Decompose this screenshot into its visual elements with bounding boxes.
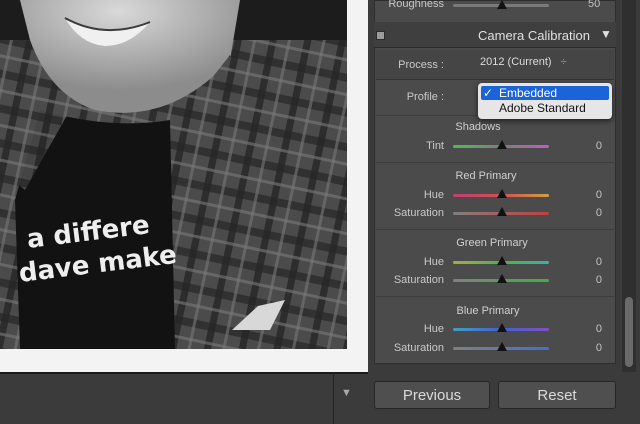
profile-option-adobe-standard[interactable]: Adobe Standard bbox=[481, 101, 609, 115]
photo-preview[interactable]: a differe dave make bbox=[0, 0, 347, 349]
separator bbox=[376, 229, 614, 230]
profile-label: Profile : bbox=[406, 91, 444, 103]
shadows-tint-value[interactable]: 0 bbox=[590, 140, 602, 152]
red-hue-label: Hue bbox=[423, 189, 444, 201]
blue-saturation-label: Saturation bbox=[393, 342, 444, 354]
process-select[interactable]: 2012 (Current) ÷ bbox=[480, 56, 578, 74]
blue-hue-label: Hue bbox=[423, 323, 444, 335]
collapse-triangle-icon[interactable]: ▼ bbox=[600, 27, 612, 41]
photo-image: a differe dave make bbox=[0, 0, 347, 349]
red-saturation-value[interactable]: 0 bbox=[590, 207, 602, 219]
red-primary-title: Red Primary bbox=[455, 170, 517, 182]
checkmark-icon: ✓ bbox=[482, 86, 494, 100]
profile-option-label: Embedded bbox=[499, 86, 558, 100]
select-arrows-icon: ÷ bbox=[560, 56, 567, 68]
green-hue-thumb[interactable] bbox=[497, 256, 507, 265]
roughness-label: Roughness bbox=[388, 0, 444, 10]
blue-hue-thumb[interactable] bbox=[497, 323, 507, 332]
shadows-tint-thumb[interactable] bbox=[497, 140, 507, 149]
green-saturation-label: Saturation bbox=[393, 274, 444, 286]
blue-primary-title: Blue Primary bbox=[456, 305, 520, 317]
photo-border-bottom bbox=[0, 349, 347, 372]
process-value: 2012 (Current) bbox=[480, 56, 552, 68]
blue-saturation-thumb[interactable] bbox=[497, 342, 507, 351]
green-hue-label: Hue bbox=[423, 256, 444, 268]
shadows-title: Shadows bbox=[455, 121, 501, 133]
process-label: Process : bbox=[398, 59, 444, 71]
panel-scrollbar-thumb[interactable] bbox=[625, 297, 633, 367]
green-saturation-value[interactable]: 0 bbox=[590, 274, 602, 286]
profile-option-label: Adobe Standard bbox=[499, 101, 586, 115]
toolbar-divider bbox=[333, 372, 334, 424]
shadows-tint-label: Tint bbox=[426, 140, 444, 152]
green-primary-title: Green Primary bbox=[456, 237, 528, 249]
red-saturation-label: Saturation bbox=[393, 207, 444, 219]
blue-saturation-value[interactable]: 0 bbox=[590, 342, 602, 354]
red-hue-value[interactable]: 0 bbox=[590, 189, 602, 201]
panel-toggle-switch[interactable] bbox=[376, 31, 385, 40]
roughness-value[interactable]: 50 bbox=[588, 0, 600, 10]
separator bbox=[376, 162, 614, 163]
previous-button[interactable]: Previous bbox=[374, 381, 490, 409]
toolbar bbox=[0, 372, 368, 424]
camera-calibration-title[interactable]: Camera Calibration bbox=[440, 28, 590, 43]
reset-button[interactable]: Reset bbox=[498, 381, 616, 409]
green-saturation-thumb[interactable] bbox=[497, 274, 507, 283]
toolbar-menu-icon[interactable]: ▼ bbox=[341, 387, 352, 399]
photo-border-right bbox=[347, 0, 368, 372]
red-hue-thumb[interactable] bbox=[497, 189, 507, 198]
green-hue-value[interactable]: 0 bbox=[590, 256, 602, 268]
separator bbox=[376, 296, 614, 297]
red-saturation-thumb[interactable] bbox=[497, 207, 507, 216]
roughness-thumb[interactable] bbox=[497, 0, 507, 9]
blue-hue-value[interactable]: 0 bbox=[590, 323, 602, 335]
profile-option-embedded[interactable]: ✓ Embedded bbox=[481, 86, 609, 100]
